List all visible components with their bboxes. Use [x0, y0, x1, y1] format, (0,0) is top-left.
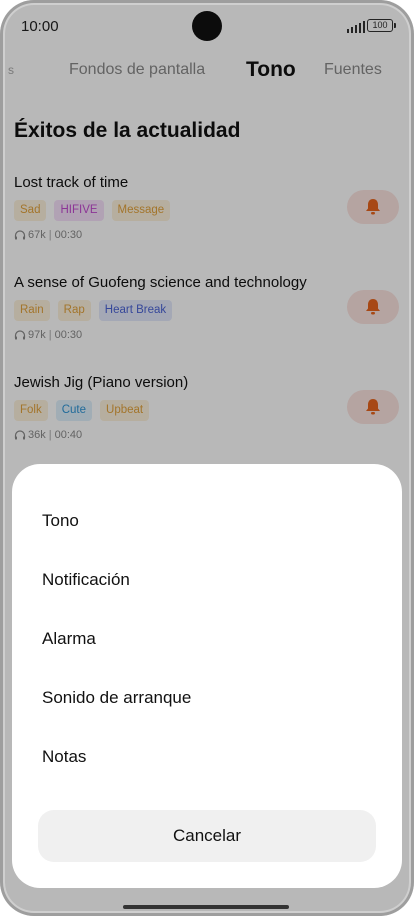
cancel-button[interactable]: Cancelar	[38, 810, 376, 862]
option-startup-sound[interactable]: Sonido de arranque	[42, 688, 191, 708]
option-ringtone[interactable]: Tono	[42, 511, 79, 531]
home-indicator[interactable]	[123, 905, 289, 909]
set-as-bottom-sheet: Tono Notificación Alarma Sonido de arran…	[12, 464, 402, 888]
option-notes[interactable]: Notas	[42, 747, 86, 767]
phone-frame: 10:00 100 s Fondos de pantalla Tono Fuen…	[0, 0, 414, 916]
option-notification[interactable]: Notificación	[42, 570, 130, 590]
screen: 10:00 100 s Fondos de pantalla Tono Fuen…	[5, 3, 409, 913]
option-alarm[interactable]: Alarma	[42, 629, 96, 649]
